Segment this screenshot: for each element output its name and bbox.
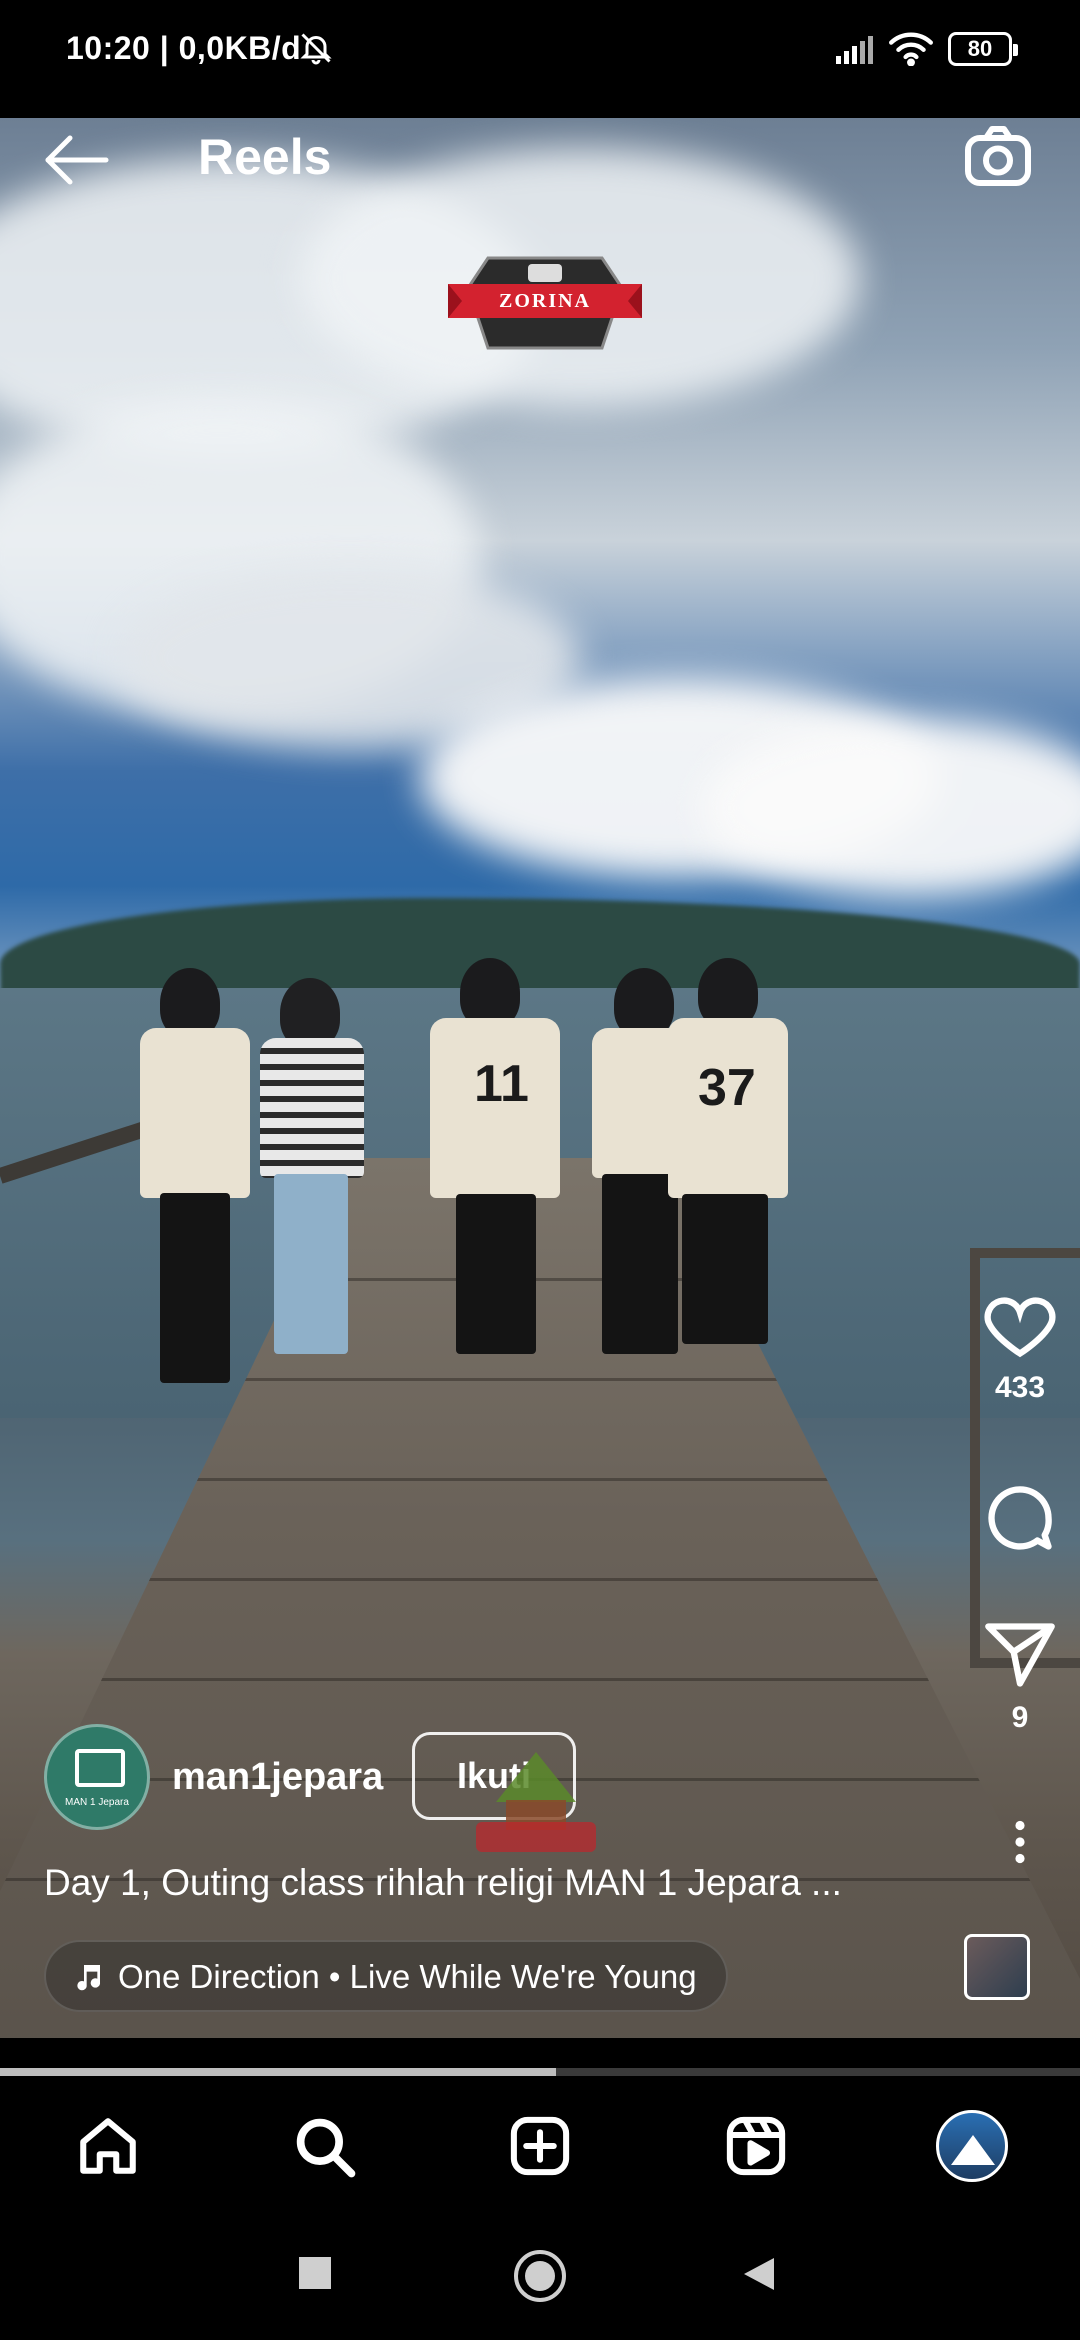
status-bar: 10:20 | 0,0KB/d 80 bbox=[0, 0, 1080, 118]
send-icon[interactable] bbox=[982, 1620, 1058, 1690]
video-progress-bar[interactable] bbox=[0, 2068, 1080, 2076]
audio-thumbnail[interactable] bbox=[964, 1934, 1030, 2000]
battery-indicator: 80 bbox=[948, 32, 1018, 66]
add-post-icon[interactable] bbox=[507, 2113, 573, 2179]
nav-home[interactable] bbox=[68, 2106, 148, 2186]
username[interactable]: man1jepara bbox=[172, 1756, 383, 1799]
bottom-navigation bbox=[0, 2076, 1080, 2216]
nav-profile[interactable] bbox=[932, 2106, 1012, 2186]
reels-icon[interactable] bbox=[723, 2113, 789, 2179]
avatar[interactable]: MAN 1 Jepara bbox=[44, 1724, 150, 1830]
music-pill[interactable]: One Direction • Live While We're Young bbox=[44, 1940, 728, 2012]
post-caption[interactable]: Day 1, Outing class rihlah religi MAN 1 … bbox=[44, 1862, 842, 1904]
battery-level: 80 bbox=[967, 36, 993, 61]
recent-apps-icon[interactable] bbox=[298, 2256, 332, 2290]
signal-icon bbox=[836, 36, 873, 64]
music-label: One Direction • Live While We're Young bbox=[118, 1958, 697, 1995]
search-icon[interactable] bbox=[291, 2113, 357, 2179]
camera-icon[interactable] bbox=[962, 120, 1034, 192]
share-action[interactable]: 9 bbox=[960, 1620, 1080, 1735]
profile-avatar[interactable] bbox=[936, 2110, 1008, 2182]
book-logo-icon bbox=[75, 1749, 125, 1787]
video-progress-fill bbox=[0, 2068, 557, 2076]
jersey-number: 11 bbox=[474, 1055, 529, 1113]
comment-action[interactable] bbox=[960, 1480, 1080, 1561]
like-count: 433 bbox=[994, 1371, 1046, 1404]
heart-icon[interactable] bbox=[982, 1290, 1058, 1360]
nav-reels[interactable] bbox=[716, 2106, 796, 2186]
like-action[interactable]: 433 bbox=[960, 1290, 1080, 1405]
jersey-number: 37 bbox=[698, 1059, 756, 1117]
zorina-watermark-logo: ZORINA bbox=[448, 238, 642, 358]
nav-create[interactable] bbox=[500, 2106, 580, 2186]
avatar-caption: MAN 1 Jepara bbox=[65, 1797, 129, 1808]
page-title: Reels bbox=[198, 129, 332, 185]
watermark-text: ZORINA bbox=[498, 290, 591, 312]
bell-muted-icon bbox=[300, 33, 332, 65]
status-time: 10:20 | 0,0KB/d bbox=[66, 30, 302, 66]
system-navigation bbox=[0, 2216, 1080, 2340]
music-note-icon bbox=[77, 1965, 101, 1991]
arrow-left-icon[interactable] bbox=[42, 132, 112, 188]
home-circle-icon[interactable] bbox=[512, 2248, 568, 2304]
back-triangle-icon[interactable] bbox=[742, 2256, 776, 2292]
more-action[interactable] bbox=[960, 1820, 1080, 1869]
comment-icon[interactable] bbox=[982, 1480, 1058, 1556]
home-icon[interactable] bbox=[75, 2113, 141, 2179]
wifi-icon bbox=[889, 32, 933, 66]
bali-sticker bbox=[456, 1742, 616, 1862]
more-vertical-icon[interactable] bbox=[1010, 1820, 1030, 1864]
share-count: 9 bbox=[1011, 1701, 1029, 1734]
nav-search[interactable] bbox=[284, 2106, 364, 2186]
